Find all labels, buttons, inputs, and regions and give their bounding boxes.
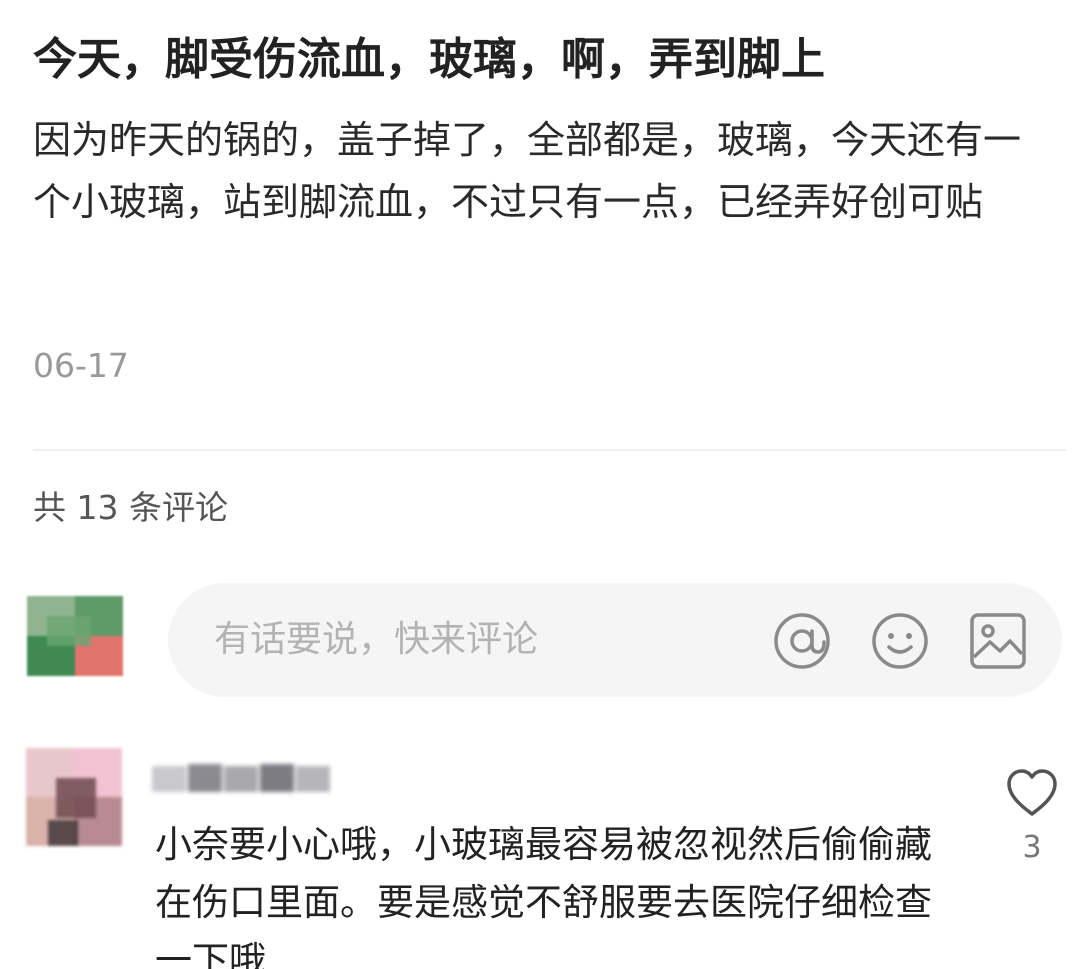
emoji-icon[interactable] [870,611,930,671]
image-icon[interactable] [968,611,1028,671]
post-date: 06-17 [33,346,129,385]
comment-input[interactable]: 有话要说，快来评论 [168,583,1062,697]
commenter-avatar[interactable] [26,748,122,846]
comment-count: 共 13 条评论 [33,488,228,527]
post-title: 今天，脚受伤流血，玻璃，啊，弄到脚上 [33,34,825,85]
post-detail-page: 今天，脚受伤流血，玻璃，啊，弄到脚上 因为昨天的锅的，盖子掉了，全部都是，玻璃，… [0,0,1080,969]
at-icon[interactable] [772,611,832,671]
comment-placeholder: 有话要说，快来评论 [214,619,539,660]
heart-icon[interactable] [1005,768,1059,818]
comment-text: 小奈要小心哦，小玻璃最容易被忽视然后偷偷藏在伤口里面。要是感觉不舒服要去医院仔细… [155,823,932,969]
commenter-username[interactable] [152,760,338,796]
post-body: 因为昨天的锅的，盖子掉了，全部都是，玻璃，今天还有一个小玻璃，站到脚流血，不过只… [33,118,1022,224]
like-count: 3 [1022,830,1042,865]
divider [33,449,1066,451]
current-user-avatar[interactable] [27,596,123,676]
